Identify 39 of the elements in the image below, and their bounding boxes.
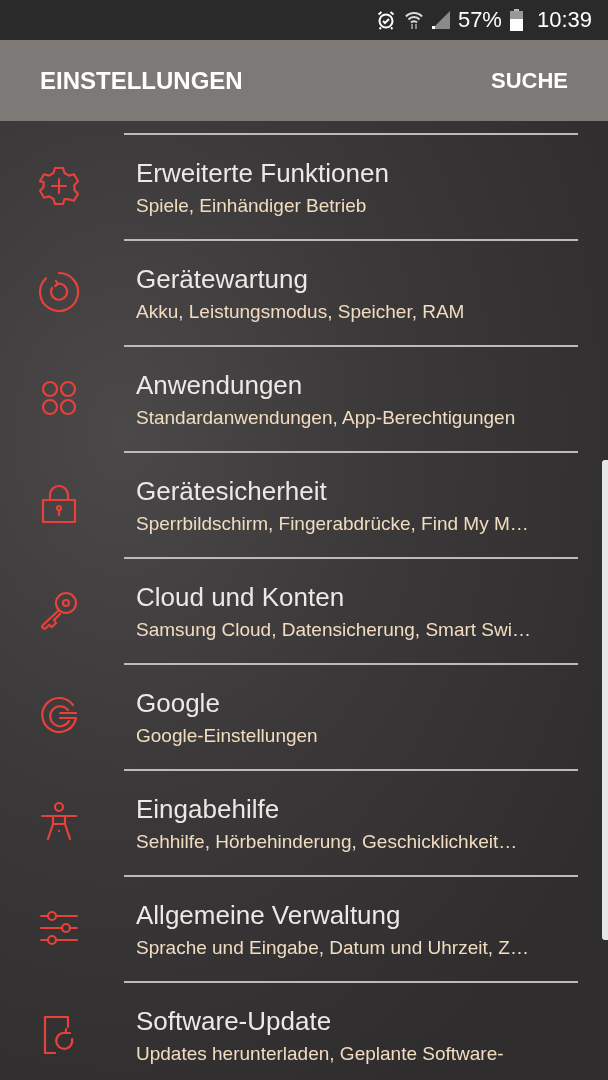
settings-item[interactable]: Anwendungen Standardanwendungen, App-Berechtigungen (0, 345, 598, 451)
signal-icon (431, 11, 450, 29)
key-icon (38, 589, 80, 631)
settings-item[interactable]: Gerätewartung Akku, Leistungsmodus, Speicher, RAM (0, 239, 598, 345)
clock-time: 10:39 (536, 7, 592, 33)
person-icon (38, 801, 80, 843)
search-button[interactable]: SUCHE (491, 63, 568, 98)
battery-percent: 57% (457, 7, 502, 33)
battery-icon (509, 9, 523, 31)
item-subtitle: Akku, Leistungsmodus, Speicher, RAM (136, 300, 466, 323)
settings-item[interactable]: Software-Update Updates herunterladen, Geplante Software- (0, 981, 598, 1080)
page-title: EINSTELLUNGEN (40, 66, 243, 95)
item-subtitle: Updates herunterladen, Geplante Software- (136, 1042, 505, 1065)
gear-plus-icon (38, 165, 80, 207)
item-title: Gerätewartung (136, 263, 309, 295)
item-title: Google (136, 687, 221, 719)
item-title: Erweiterte Funktionen (136, 157, 390, 189)
item-subtitle: Sprache und Eingabe, Datum und Uhrzeit, Z… (136, 936, 530, 959)
item-title: Gerätesicherheit (136, 475, 328, 507)
settings-item[interactable]: Allgemeine Verwaltung Sprache und Eingabe, Datum und Uhrzeit, Z… (0, 875, 598, 981)
item-subtitle: Samsung Cloud, Datensicherung, Smart Swi… (136, 618, 532, 641)
alarm-icon (375, 10, 396, 30)
item-title: Anwendungen (136, 369, 304, 401)
item-subtitle: Sperrbildschirm, Fingerabdrücke, Find My M… (136, 512, 530, 535)
item-title: Cloud und Konten (136, 581, 346, 613)
settings-item[interactable]: Cloud und Konten Samsung Cloud, Datensicherung, Smart Swi… (0, 557, 598, 663)
item-subtitle: Standardanwendungen, App-Berechtigungen (136, 406, 517, 429)
item-subtitle: Google-Einstellungen (136, 724, 319, 747)
refresh-icon (38, 271, 80, 313)
item-subtitle: Sehhilfe, Hörbehinderung, Geschicklichkeit… (136, 830, 519, 853)
item-subtitle: Spiele, Einhändiger Betrieb (136, 194, 368, 217)
item-title: Eingabehilfe (136, 793, 281, 825)
settings-item[interactable]: Google Google-Einstellungen (0, 663, 598, 769)
item-title: Allgemeine Verwaltung (136, 899, 402, 931)
item-title: Software-Update (136, 1005, 333, 1037)
wifi-icon (403, 10, 424, 30)
settings-item[interactable]: Gerätesicherheit Sperrbildschirm, Fingerabdrücke, Find My M… (0, 451, 598, 557)
settings-item[interactable]: Eingabehilfe Sehhilfe, Hörbehinderung, Geschicklichkeit… (0, 769, 598, 875)
settings-item[interactable]: Erweiterte Funktionen Spiele, Einhändiger Betrieb (0, 133, 598, 239)
